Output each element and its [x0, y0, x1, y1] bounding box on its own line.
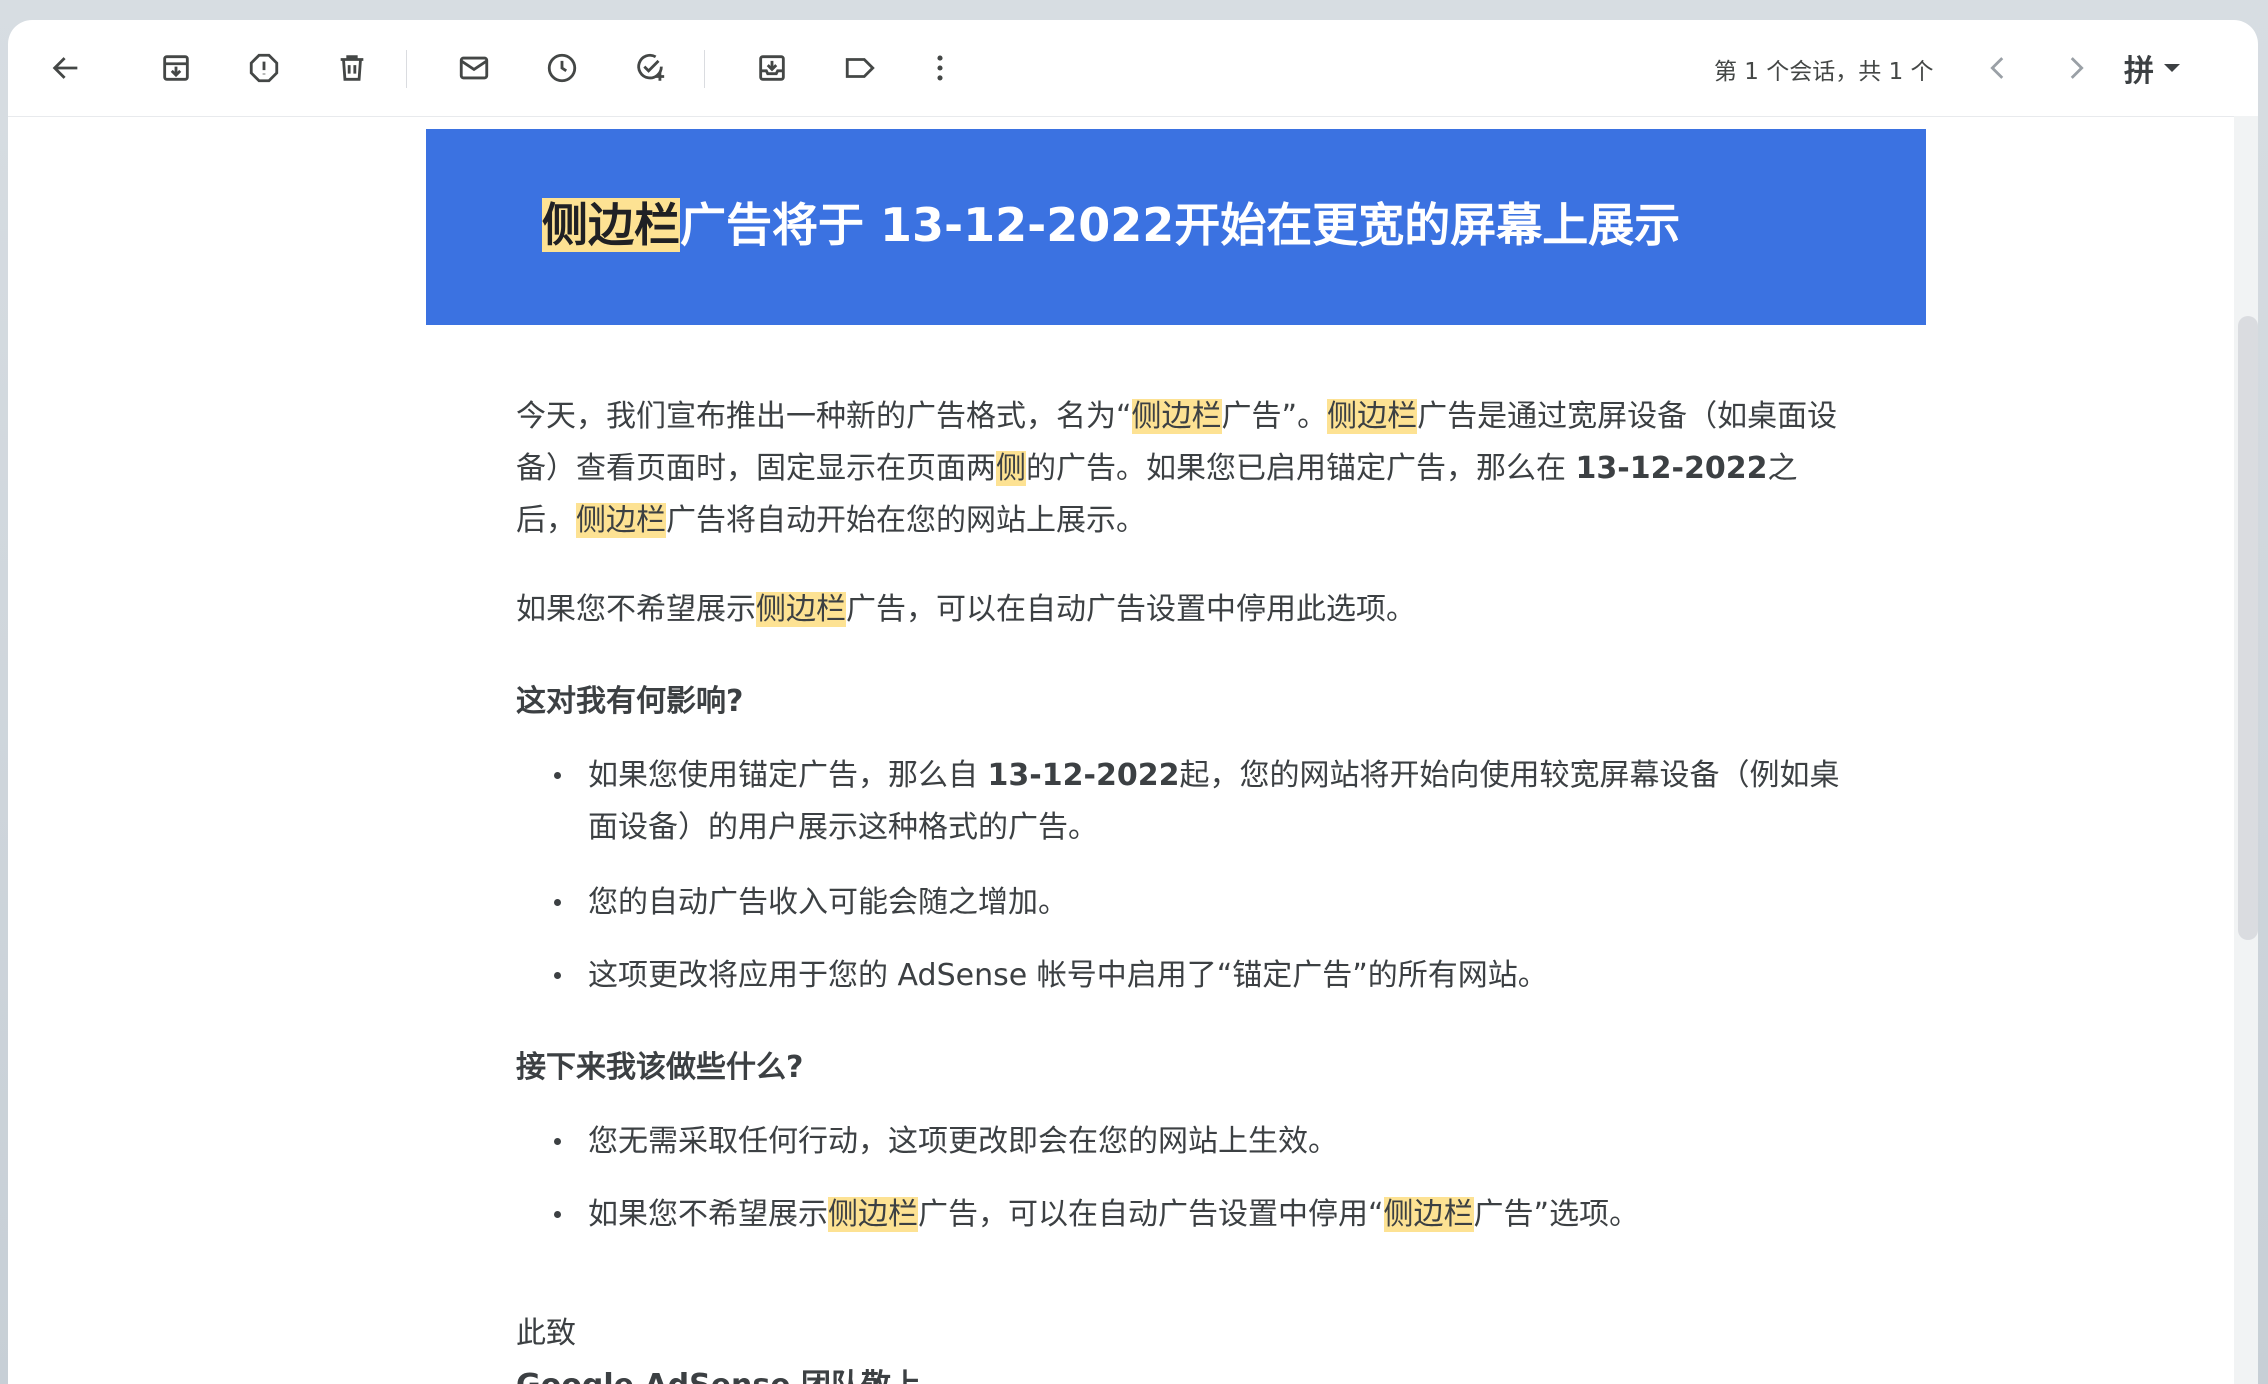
list-item: 您的自动广告收入可能会随之增加。	[554, 877, 1848, 929]
closing-text: 此致	[516, 1316, 576, 1351]
list-item: 这项更改将应用于您的 AdSense 帐号中启用了“锚定广告”的所有网站。	[554, 950, 1848, 1002]
back-button[interactable]	[42, 44, 90, 92]
search-highlight: 侧边栏	[756, 592, 846, 627]
heading-impact: 这对我有何影响?	[516, 684, 744, 719]
move-to-inbox-icon	[759, 55, 785, 81]
report-spam-button[interactable]	[240, 44, 288, 92]
archive-icon	[163, 55, 189, 81]
search-highlight: 侧边栏	[576, 503, 666, 538]
signature-text: Google AdSense 团队敬上	[516, 1360, 1846, 1384]
add-to-tasks-button[interactable]	[626, 44, 674, 92]
clock-icon	[547, 53, 577, 83]
conversation-pager-text: 第 1 个会话，共 1 个	[1714, 59, 1934, 85]
label-icon	[845, 58, 875, 78]
more-vert-icon	[937, 55, 943, 81]
search-highlight: 侧边栏	[1327, 399, 1418, 434]
email-window: 第 1 个会话，共 1 个 拼 侧边栏广告将于 13-12-2022开始在更宽的…	[8, 20, 2258, 1384]
list-item: 您无需采取任何行动，这项更改即会在您的网站上生效。	[554, 1116, 1848, 1168]
search-highlight: 侧边栏	[1131, 399, 1222, 434]
snooze-button[interactable]	[538, 44, 586, 92]
delete-button[interactable]	[328, 44, 376, 92]
caret-down-icon	[2164, 64, 2180, 72]
mark-unread-button[interactable]	[450, 44, 498, 92]
list-item: 如果您使用锚定广告，那么自 13-12-2022起，您的网站将开始向使用较宽屏幕…	[554, 750, 1848, 854]
labels-button[interactable]	[836, 44, 884, 92]
paragraph-optout: 如果您不希望展示侧边栏广告，可以在自动广告设置中停用此选项。	[516, 592, 1416, 627]
next-conversation-button[interactable]	[2052, 44, 2100, 92]
arrow-left-icon	[52, 57, 78, 79]
banner-title-text: 广告将于 13-12-2022开始在更宽的屏幕上展示	[680, 198, 1681, 252]
search-highlight: 侧边栏	[542, 198, 680, 252]
search-highlight: 侧边栏	[828, 1197, 918, 1232]
toolbar-separator	[406, 50, 407, 88]
add-task-icon	[637, 53, 665, 81]
email-body: 侧边栏广告将于 13-12-2022开始在更宽的屏幕上展示 今天，我们宣布推出一…	[8, 117, 2258, 1384]
archive-button[interactable]	[152, 44, 200, 92]
mail-icon	[459, 56, 489, 80]
email-toolbar: 第 1 个会话，共 1 个 拼	[8, 20, 2258, 116]
search-highlight: 侧	[996, 451, 1026, 486]
chevron-right-icon	[2070, 57, 2084, 79]
input-method-selector[interactable]: 拼	[2124, 46, 2180, 90]
more-options-button[interactable]	[916, 44, 964, 92]
list-item: 如果您不希望展示侧边栏广告，可以在自动广告设置中停用“侧边栏广告”选项。	[554, 1189, 1848, 1241]
banner-title: 侧边栏广告将于 13-12-2022开始在更宽的屏幕上展示	[542, 195, 1680, 255]
move-to-button[interactable]	[748, 44, 796, 92]
paragraph-intro: 今天，我们宣布推出一种新的广告格式，名为“侧边栏广告”。侧边栏广告是通过宽屏设备…	[516, 399, 1838, 538]
previous-conversation-button[interactable]	[1974, 44, 2022, 92]
report-icon	[249, 53, 279, 83]
search-highlight: 侧边栏	[1383, 1197, 1474, 1232]
email-banner: 侧边栏广告将于 13-12-2022开始在更宽的屏幕上展示	[426, 129, 1926, 325]
trash-icon	[340, 55, 364, 81]
toolbar-separator	[704, 50, 705, 88]
chevron-left-icon	[1990, 57, 2004, 79]
heading-next-steps: 接下来我该做些什么?	[516, 1050, 804, 1085]
input-method-label: 拼	[2124, 54, 2154, 89]
